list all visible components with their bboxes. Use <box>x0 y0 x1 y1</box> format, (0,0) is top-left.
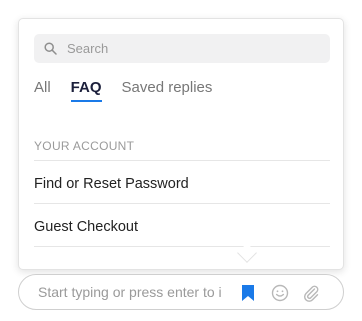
tab-bar: All FAQ Saved replies <box>34 79 232 102</box>
tab-all[interactable]: All <box>34 79 51 102</box>
divider <box>34 203 330 204</box>
faq-popover: All FAQ Saved replies YOUR ACCOUNT Find … <box>18 18 344 270</box>
faq-item-find-reset-password[interactable]: Find or Reset Password <box>34 176 330 192</box>
message-composer <box>18 274 344 310</box>
smiley-icon[interactable] <box>271 284 289 302</box>
tab-saved-replies[interactable]: Saved replies <box>122 79 213 102</box>
search-icon <box>44 42 57 55</box>
paperclip-icon[interactable] <box>302 284 320 302</box>
message-input[interactable] <box>38 284 234 300</box>
section-label-your-account: YOUR ACCOUNT <box>34 139 135 153</box>
divider <box>34 246 330 247</box>
divider <box>34 160 330 161</box>
search-input[interactable] <box>67 41 307 56</box>
search-box[interactable] <box>34 34 330 63</box>
tab-faq[interactable]: FAQ <box>70 79 102 102</box>
bookmark-icon[interactable] <box>241 284 255 302</box>
faq-item-guest-checkout[interactable]: Guest Checkout <box>34 219 330 235</box>
